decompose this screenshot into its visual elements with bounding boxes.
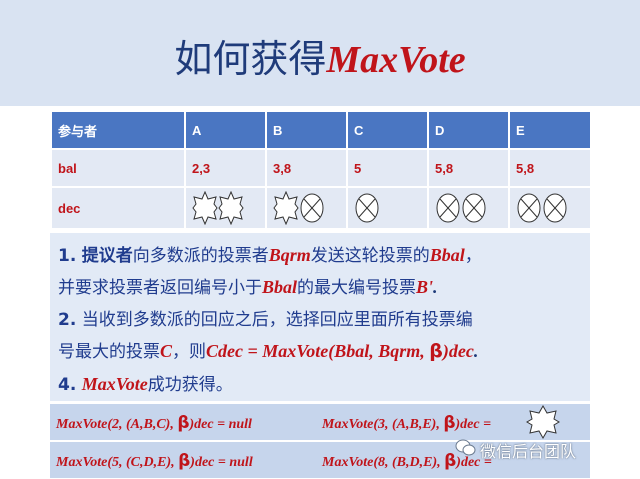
dec-b [265,186,348,230]
example-2-left: MaxVote(5, (C,D,E), β)dec = null [56,451,253,471]
bal-d: 5,8 [427,148,510,188]
title-term: MaxVote [326,39,466,81]
wechat-icon [455,439,476,456]
cross-circle-icon [462,193,486,223]
dec-e [508,186,592,230]
header-d: D [427,110,510,150]
header-participants: 参与者 [50,110,186,150]
title-chinese: 如何获得 [174,37,327,81]
table-row-dec: dec [50,186,592,230]
watermark: 微信后台团队 [480,442,577,461]
cross-circle-icon [543,193,567,223]
example-1-right: MaxVote(3, (A,B,E), β)dec = [322,413,492,433]
star-icon [526,405,560,439]
bal-b: 3,8 [265,148,348,188]
header-b: B [265,110,348,150]
star-icon [273,191,299,225]
star-icon [192,191,218,225]
votes-table: 参与者 A B C D E bal 2,3 3,8 5 5,8 5,8 dec [50,110,592,230]
dec-c [346,186,429,230]
cross-circle-icon [517,193,541,223]
cross-circle-icon [300,193,324,223]
table-row-bal: bal 2,3 3,8 5 5,8 5,8 [50,148,592,188]
dec-d [427,186,510,230]
header-e: E [508,110,592,150]
cross-circle-icon [355,193,379,223]
table-header-row: 参与者 A B C D E [50,110,592,150]
header-a: A [184,110,267,150]
bal-c: 5 [346,148,429,188]
row-label-dec: dec [50,186,186,230]
star-icon [218,191,244,225]
row-label-bal: bal [50,148,186,188]
explanation-line-1: 1. 提议者向多数派的投票者Bqrm发送这轮投票的Bbal， [58,245,482,266]
slide-title: 如何获得MaxVote [0,28,640,83]
dec-a [184,186,267,230]
cross-circle-icon [436,193,460,223]
explanation-line-5: 4. MaxVote成功获得。 [58,374,233,395]
explanation-line-3: 2. 当收到多数派的回应之后，选择回应里面所有投票编 [58,310,473,330]
bal-e: 5,8 [508,148,592,188]
example-1-left: MaxVote(2, (A,B,C), β)dec = null [56,413,252,433]
bal-a: 2,3 [184,148,267,188]
explanation-line-4: 号最大的投票C，则Cdec = MaxVote(Bbal, Bqrm, β)de… [58,340,479,362]
header-c: C [346,110,429,150]
explanation-line-2: 并要求投票者返回编号小于Bbal的最大编号投票B'. [58,277,438,298]
